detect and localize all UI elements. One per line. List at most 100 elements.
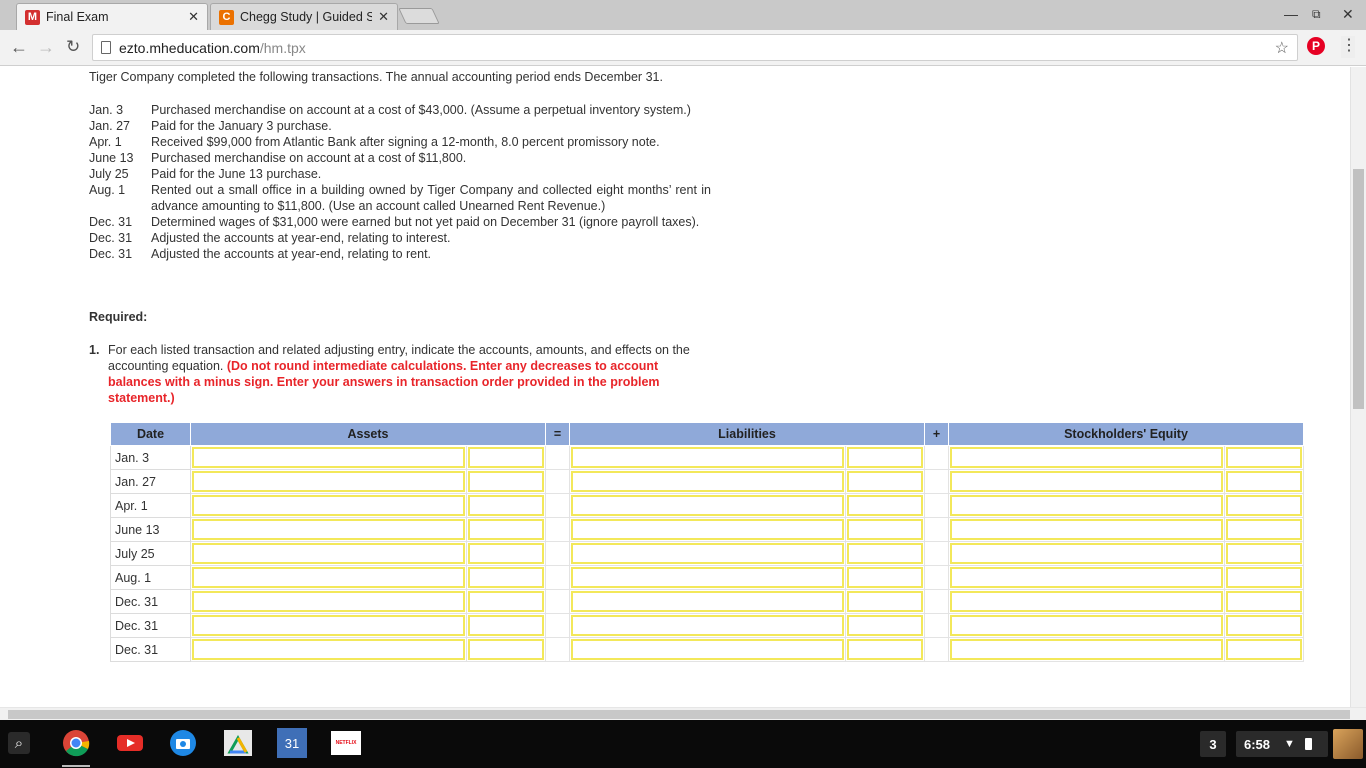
assets-account-input[interactable] bbox=[192, 591, 465, 612]
camera-icon[interactable] bbox=[168, 728, 198, 758]
liabilities-amount-input[interactable] bbox=[847, 567, 923, 588]
netflix-icon[interactable]: NETFLIX bbox=[331, 731, 361, 755]
equity-account-input[interactable] bbox=[950, 471, 1223, 492]
equity-account-cell bbox=[948, 445, 1225, 470]
tab-chegg[interactable]: C Chegg Study | Guided So ✕ bbox=[210, 3, 398, 30]
assets-amount-input[interactable] bbox=[468, 567, 544, 588]
scrollbar-thumb[interactable] bbox=[8, 710, 1350, 719]
reload-icon[interactable]: ↻ bbox=[66, 37, 80, 57]
close-window-icon[interactable]: ✕ bbox=[1342, 6, 1354, 23]
close-tab-icon[interactable]: ✕ bbox=[188, 9, 199, 25]
assets-amount-input[interactable] bbox=[468, 591, 544, 612]
user-avatar[interactable] bbox=[1333, 729, 1363, 759]
liabilities-account-input[interactable] bbox=[571, 639, 844, 660]
assets-account-input[interactable] bbox=[192, 519, 465, 540]
assets-account-input[interactable] bbox=[192, 567, 465, 588]
assets-account-input[interactable] bbox=[192, 471, 465, 492]
liabilities-amount-cell bbox=[845, 565, 925, 590]
assets-account-input[interactable] bbox=[192, 639, 465, 660]
restore-icon[interactable]: ⧉ bbox=[1312, 7, 1321, 22]
equity-amount-input[interactable] bbox=[1226, 639, 1302, 660]
wifi-icon: ▼ bbox=[1284, 738, 1295, 750]
assets-amount-input[interactable] bbox=[468, 543, 544, 564]
youtube-icon[interactable] bbox=[115, 728, 145, 758]
equity-amount-input[interactable] bbox=[1226, 495, 1302, 516]
equity-amount-input[interactable] bbox=[1226, 519, 1302, 540]
equity-account-input[interactable] bbox=[950, 639, 1223, 660]
liabilities-amount-input[interactable] bbox=[847, 615, 923, 636]
equity-account-input[interactable] bbox=[950, 567, 1223, 588]
horizontal-scrollbar[interactable] bbox=[0, 707, 1366, 720]
assets-account-input[interactable] bbox=[192, 543, 465, 564]
vertical-scrollbar[interactable] bbox=[1350, 67, 1366, 708]
new-tab-button[interactable] bbox=[398, 8, 440, 24]
liabilities-account-input[interactable] bbox=[571, 543, 844, 564]
liabilities-account-input[interactable] bbox=[571, 567, 844, 588]
equity-amount-cell bbox=[1224, 637, 1304, 662]
equity-account-input[interactable] bbox=[950, 591, 1223, 612]
os-shelf: ⌕ 31 NETFLIX 3 6:58 ▼ bbox=[0, 720, 1366, 768]
liabilities-account-input[interactable] bbox=[571, 615, 844, 636]
address-bar[interactable]: ezto.mheducation.com/hm.tpx ☆ bbox=[92, 34, 1298, 61]
scrollbar-thumb[interactable] bbox=[1353, 169, 1364, 409]
liabilities-account-cell bbox=[569, 469, 846, 494]
equity-amount-input[interactable] bbox=[1226, 447, 1302, 468]
equals-cell bbox=[545, 541, 570, 566]
liabilities-account-input[interactable] bbox=[571, 447, 844, 468]
transaction-date: Dec. 31 bbox=[89, 215, 133, 229]
equity-account-input[interactable] bbox=[950, 543, 1223, 564]
bookmark-star-icon[interactable]: ☆ bbox=[1275, 38, 1289, 58]
equity-account-cell bbox=[948, 493, 1225, 518]
equity-amount-cell bbox=[1224, 565, 1304, 590]
equity-amount-input[interactable] bbox=[1226, 471, 1302, 492]
close-tab-icon[interactable]: ✕ bbox=[378, 9, 389, 25]
liabilities-amount-input[interactable] bbox=[847, 471, 923, 492]
browser-menu-icon[interactable]: ⋮ bbox=[1341, 36, 1357, 58]
plus-cell bbox=[924, 493, 949, 518]
forward-icon[interactable]: → bbox=[37, 37, 55, 58]
equity-account-input[interactable] bbox=[950, 447, 1223, 468]
back-icon[interactable]: ← bbox=[10, 37, 28, 58]
liabilities-amount-input[interactable] bbox=[847, 495, 923, 516]
equals-cell bbox=[545, 589, 570, 614]
assets-account-input[interactable] bbox=[192, 615, 465, 636]
calendar-icon[interactable]: 31 bbox=[277, 728, 307, 758]
liabilities-account-input[interactable] bbox=[571, 519, 844, 540]
liabilities-amount-input[interactable] bbox=[847, 543, 923, 564]
assets-amount-input[interactable] bbox=[468, 519, 544, 540]
equity-amount-input[interactable] bbox=[1226, 567, 1302, 588]
equity-amount-input[interactable] bbox=[1226, 615, 1302, 636]
liabilities-account-input[interactable] bbox=[571, 495, 844, 516]
liabilities-account-input[interactable] bbox=[571, 591, 844, 612]
assets-amount-input[interactable] bbox=[468, 471, 544, 492]
netflix-label: NETFLIX bbox=[335, 740, 357, 746]
notification-count-badge[interactable]: 3 bbox=[1200, 731, 1226, 757]
assets-account-input[interactable] bbox=[192, 447, 465, 468]
drive-icon[interactable] bbox=[223, 728, 253, 758]
launcher-search-icon[interactable]: ⌕ bbox=[8, 732, 30, 754]
status-area[interactable]: 6:58 ▼ bbox=[1236, 731, 1328, 757]
minimize-icon[interactable]: — bbox=[1284, 6, 1298, 22]
equity-account-input[interactable] bbox=[950, 495, 1223, 516]
equity-account-input[interactable] bbox=[950, 615, 1223, 636]
liabilities-account-input[interactable] bbox=[571, 471, 844, 492]
assets-amount-input[interactable] bbox=[468, 639, 544, 660]
pinterest-extension-icon[interactable]: P bbox=[1307, 37, 1325, 55]
assets-amount-input[interactable] bbox=[468, 447, 544, 468]
chrome-icon[interactable] bbox=[61, 728, 91, 758]
tab-final-exam[interactable]: M Final Exam ✕ bbox=[16, 3, 208, 30]
liabilities-amount-input[interactable] bbox=[847, 519, 923, 540]
liabilities-amount-cell bbox=[845, 637, 925, 662]
equity-amount-input[interactable] bbox=[1226, 543, 1302, 564]
equity-amount-input[interactable] bbox=[1226, 591, 1302, 612]
equity-account-input[interactable] bbox=[950, 519, 1223, 540]
equity-amount-cell bbox=[1224, 469, 1304, 494]
transaction-date: June 13 bbox=[89, 151, 134, 165]
assets-amount-input[interactable] bbox=[468, 495, 544, 516]
assets-amount-input[interactable] bbox=[468, 615, 544, 636]
equity-account-cell bbox=[948, 541, 1225, 566]
liabilities-amount-input[interactable] bbox=[847, 639, 923, 660]
assets-account-input[interactable] bbox=[192, 495, 465, 516]
liabilities-amount-input[interactable] bbox=[847, 447, 923, 468]
liabilities-amount-input[interactable] bbox=[847, 591, 923, 612]
